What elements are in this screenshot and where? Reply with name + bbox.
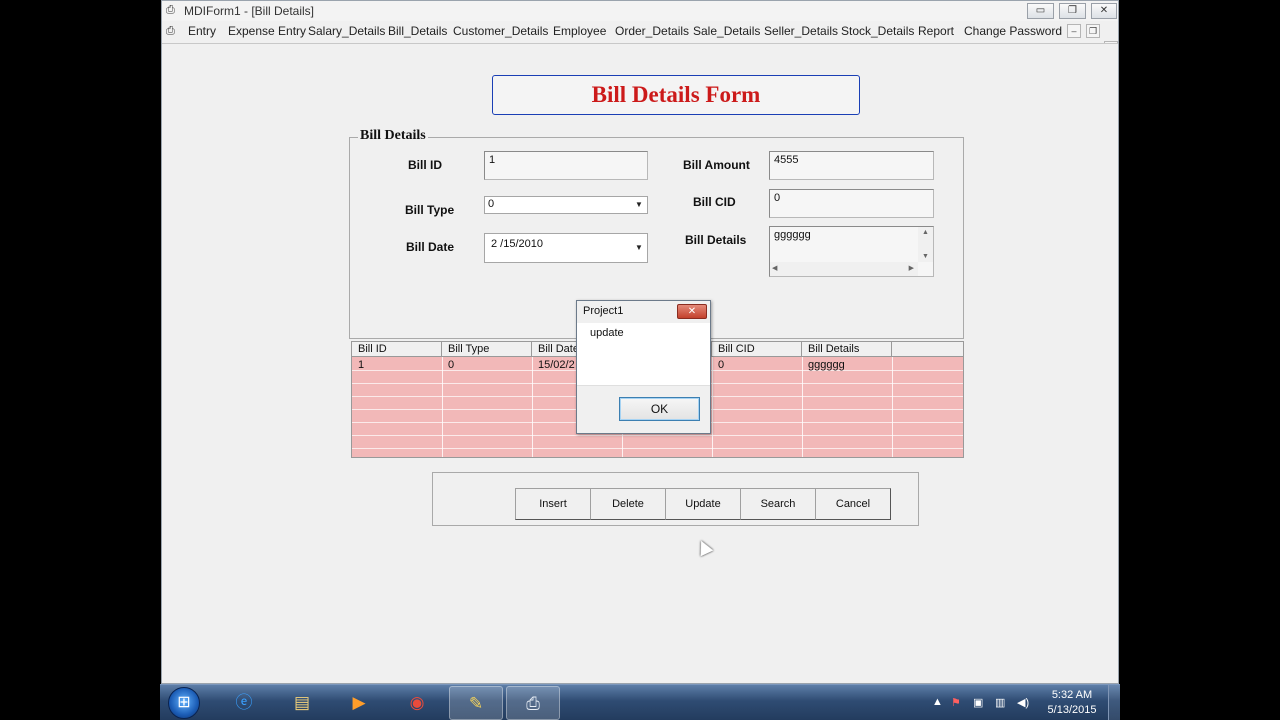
horizontal-scrollbar[interactable]: ◀ ▶ (770, 262, 918, 276)
close-button[interactable]: ✕ (1091, 3, 1117, 19)
ok-button[interactable]: OK (619, 397, 700, 421)
tray-expand-icon[interactable]: ▲ (932, 696, 943, 708)
child-window-icon[interactable]: ⎙ (166, 25, 175, 38)
bill-date-picker[interactable]: 2 /15/2010 ▼ (484, 233, 648, 263)
grid-header-bill-id[interactable]: Bill ID (352, 342, 442, 357)
tray-flag-icon[interactable]: ⚑ (951, 696, 961, 709)
restore-button[interactable]: ❐ (1059, 3, 1086, 19)
grid-header-bill-type[interactable]: Bill Type (442, 342, 532, 357)
bill-details-value: gggggg (774, 229, 811, 241)
insert-button[interactable]: Insert (515, 488, 591, 520)
bill-type-combo[interactable]: 0 ▼ (484, 196, 648, 214)
message-box-title: Project1 (583, 305, 624, 317)
clock-date[interactable]: 5/13/2015 (1042, 704, 1102, 716)
bill-type-value: 0 (488, 198, 495, 210)
grid-line (802, 357, 803, 457)
start-button[interactable]: ⊞ (168, 687, 200, 719)
message-text: update (590, 327, 624, 339)
show-desktop-button[interactable] (1108, 685, 1120, 720)
bill-amount-input[interactable]: 4555 (769, 151, 934, 180)
vertical-scrollbar[interactable]: ▲ ▼ (918, 227, 933, 262)
message-box-close-button[interactable]: ✕ (677, 304, 707, 319)
form-client-area: Bill Details Form Bill Details Bill ID 1… (162, 43, 1118, 683)
title-bar[interactable]: ⎙ MDIForm1 - [Bill Details] ▭ ❐ ✕ (162, 1, 1118, 21)
menu-bar: ⎙ Entry Expense Entry Salary_Details Bil… (162, 21, 1118, 55)
clock-time[interactable]: 5:32 AM (1044, 689, 1100, 701)
grid-cell[interactable]: 1 (358, 359, 364, 371)
chevron-down-icon[interactable]: ▼ (632, 235, 646, 261)
delete-button[interactable]: Delete (590, 488, 666, 520)
bill-date-label: Bill Date (406, 240, 455, 254)
app-icon[interactable]: ⎙ (166, 4, 178, 16)
grid-line (532, 357, 533, 457)
folder-icon[interactable]: ▤ (275, 686, 329, 720)
menu-employee[interactable]: Employee (553, 24, 606, 38)
volume-icon[interactable]: ◀) (1017, 696, 1029, 709)
mdi-minimize-button[interactable]: – (1067, 24, 1081, 38)
grid-header-bill-cid[interactable]: Bill CID (712, 342, 802, 357)
bill-details-label: Bill Details (685, 233, 747, 247)
internet-explorer-icon[interactable]: ⓔ (217, 686, 271, 720)
bill-id-label: Bill ID (408, 158, 443, 172)
message-box: Project1 ✕ update OK (576, 300, 711, 434)
bill-cid-label: Bill CID (693, 195, 736, 209)
cancel-button[interactable]: Cancel (815, 488, 891, 520)
grid-line (352, 435, 963, 436)
menu-order-details[interactable]: Order_Details (615, 24, 689, 38)
bill-date-value: 2 /15/2010 (491, 238, 543, 250)
taskbar: ⊞ ⓔ ▤ ▶ ◉ ✎ ⎙ ▲ ⚑ ▣ ▥ ◀) 5:32 AM 5/13/20… (160, 684, 1120, 720)
bill-cid-input[interactable]: 0 (769, 189, 934, 218)
frame-caption: Bill Details (358, 128, 428, 144)
mdi-restore-button[interactable]: ❐ (1086, 24, 1100, 38)
menu-customer-details[interactable]: Customer_Details (453, 24, 548, 38)
bill-type-label: Bill Type (405, 203, 455, 217)
grid-line (712, 357, 713, 457)
grid-line (352, 448, 963, 449)
chrome-icon[interactable]: ◉ (390, 686, 444, 720)
grid-line (442, 357, 443, 457)
minimize-button[interactable]: ▭ (1027, 3, 1054, 19)
grid-header-col7[interactable] (892, 342, 963, 357)
menu-change-password[interactable]: Change Password (964, 24, 1062, 38)
menu-sale-details[interactable]: Sale_Details (693, 24, 760, 38)
menu-entry[interactable]: Entry (188, 24, 216, 38)
vb-ide-icon[interactable]: ✎ (449, 686, 503, 720)
menu-salary-details[interactable]: Salary_Details (308, 24, 385, 38)
grid-cell[interactable]: 0 (448, 359, 454, 371)
tray-network-icon[interactable]: ▥ (995, 696, 1005, 709)
bill-amount-label: Bill Amount (683, 158, 750, 172)
bill-details-textarea[interactable]: gggggg ▲ ▼ ◀ ▶ (769, 226, 934, 277)
grid-cell[interactable]: 0 (718, 359, 724, 371)
bill-id-input[interactable]: 1 (484, 151, 648, 180)
mouse-pointer-icon (694, 537, 714, 557)
form-title: Bill Details Form (492, 75, 860, 115)
message-box-title-bar[interactable]: Project1 ✕ (577, 301, 710, 323)
menu-stock-details[interactable]: Stock_Details (841, 24, 914, 38)
mdi-window: ⎙ MDIForm1 - [Bill Details] ▭ ❐ ✕ ⎙ Entr… (161, 0, 1119, 684)
grid-cell[interactable]: 15/02/2 (538, 359, 575, 371)
tray-device-icon[interactable]: ▣ (973, 696, 983, 709)
project-app-icon[interactable]: ⎙ (506, 686, 560, 720)
media-player-icon[interactable]: ▶ (332, 686, 386, 720)
menu-seller-details[interactable]: Seller_Details (764, 24, 838, 38)
menu-bill-details[interactable]: Bill_Details (388, 24, 447, 38)
grid-line (892, 357, 893, 457)
search-button[interactable]: Search (740, 488, 816, 520)
menu-report[interactable]: Report (918, 24, 954, 38)
chevron-down-icon[interactable]: ▼ (632, 198, 646, 212)
grid-header-bill-details[interactable]: Bill Details (802, 342, 892, 357)
window-title: MDIForm1 - [Bill Details] (184, 4, 315, 18)
update-button[interactable]: Update (665, 488, 741, 520)
grid-cell[interactable]: gggggg (808, 359, 845, 371)
menu-expense-entry[interactable]: Expense Entry (228, 24, 306, 38)
